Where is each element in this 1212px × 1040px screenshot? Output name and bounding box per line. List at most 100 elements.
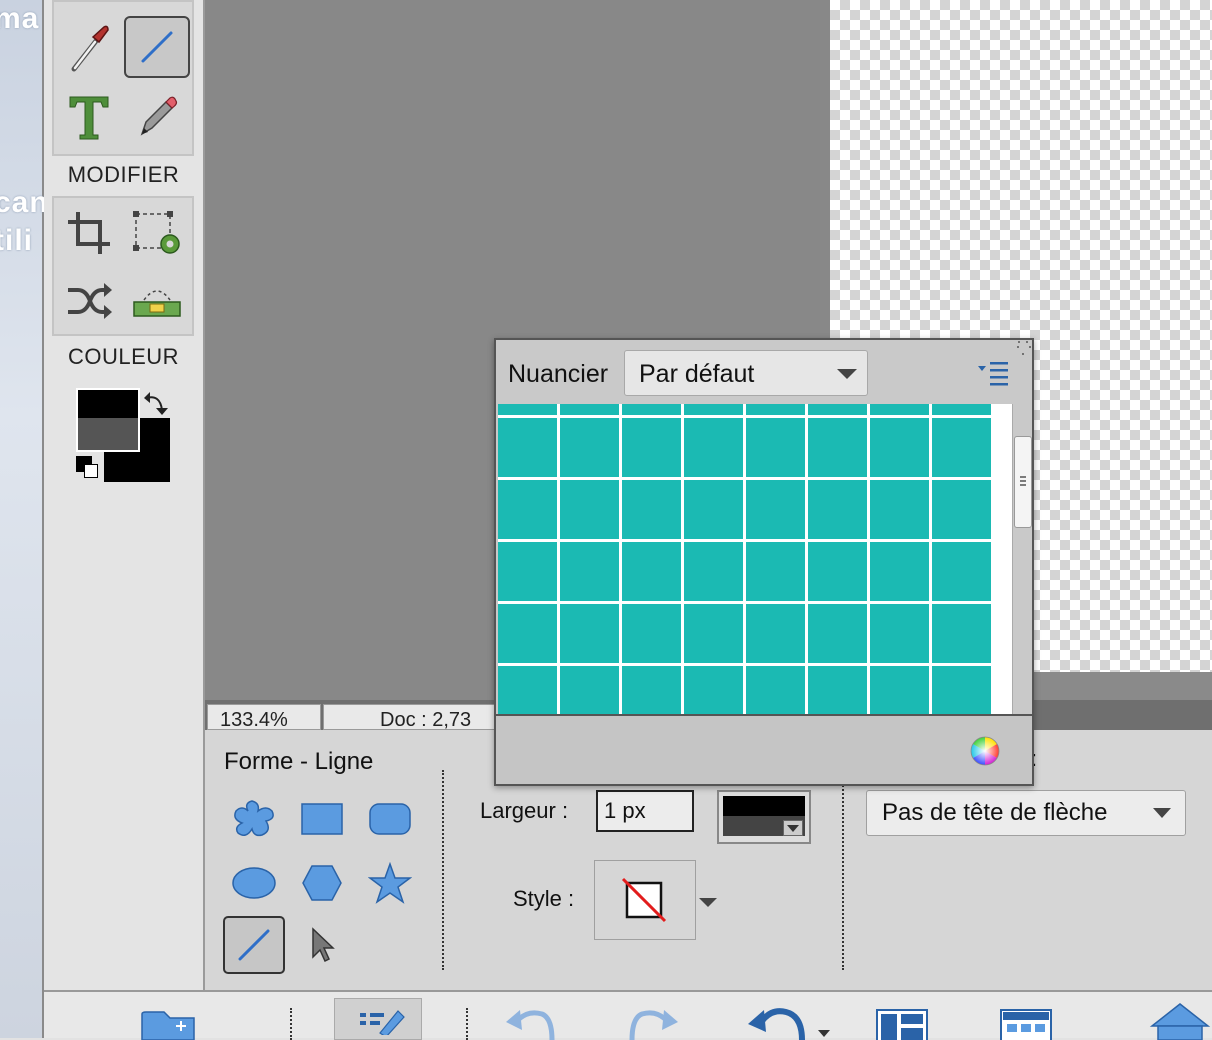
panel-resize-grip-icon[interactable] (1016, 340, 1034, 358)
color-swatch[interactable] (867, 415, 932, 480)
crop-tool[interactable] (56, 202, 122, 264)
color-swatch[interactable] (619, 539, 684, 604)
color-swatch[interactable] (681, 415, 746, 480)
color-swatch[interactable] (557, 601, 622, 666)
color-swatch[interactable] (805, 404, 870, 418)
color-swatch[interactable] (498, 663, 560, 714)
line-shape-button[interactable] (223, 916, 285, 974)
redo-icon (629, 1010, 678, 1040)
undo-button[interactable] (500, 1000, 560, 1040)
color-swatch[interactable] (743, 539, 808, 604)
text-icon (69, 96, 109, 140)
organizer-icon (1000, 1009, 1052, 1040)
polygon-shape-button[interactable] (291, 854, 353, 912)
color-swatch[interactable] (557, 663, 622, 714)
color-section-title: COULEUR (67, 344, 180, 369)
swatch-preset-select[interactable]: Par défaut (624, 350, 868, 396)
color-swatch[interactable] (867, 477, 932, 542)
color-swatch[interactable] (681, 539, 746, 604)
color-swatch[interactable] (619, 477, 684, 542)
folder-icon (141, 1011, 195, 1040)
style-label: Style : (513, 886, 575, 911)
color-swatch[interactable] (557, 539, 622, 604)
modify-tools-group (52, 196, 194, 336)
color-swatch[interactable] (867, 404, 932, 418)
straighten-tool[interactable] (124, 270, 190, 332)
options-separator (842, 770, 844, 970)
color-swatch[interactable] (805, 539, 870, 604)
pencil-tool[interactable] (124, 86, 190, 148)
color-swatch[interactable] (805, 663, 870, 714)
color-swatch[interactable] (743, 663, 808, 714)
style-dropdown-chevron-icon[interactable] (697, 894, 719, 910)
home-screen-button[interactable] (1148, 1000, 1212, 1040)
content-aware-move-tool[interactable] (56, 270, 122, 332)
color-swatch[interactable] (681, 663, 746, 714)
color-swatch[interactable] (681, 477, 746, 542)
rectangle-shape-button[interactable] (291, 790, 353, 848)
color-swatch[interactable] (805, 477, 870, 542)
color-swatch[interactable] (498, 539, 560, 604)
color-swatch[interactable] (557, 415, 622, 480)
swatch-scrollbar-thumb[interactable] (1014, 436, 1032, 528)
color-swatch[interactable] (498, 404, 560, 418)
line-tool[interactable] (124, 16, 190, 78)
color-swatch[interactable] (681, 404, 746, 418)
layout-button[interactable] (872, 1000, 930, 1040)
foreground-color-swatch[interactable] (76, 388, 140, 452)
style-picker[interactable] (594, 860, 696, 940)
color-swatch[interactable] (498, 477, 560, 542)
color-swatch[interactable] (619, 663, 684, 714)
text-tool[interactable] (56, 86, 122, 148)
chevron-down-icon (837, 369, 857, 379)
color-swatch[interactable] (743, 415, 808, 480)
color-swatch[interactable] (498, 415, 560, 480)
star-shape-button[interactable] (359, 854, 421, 912)
color-swatch[interactable] (619, 404, 684, 418)
color-swatch[interactable] (743, 404, 808, 418)
rotate-button[interactable] (744, 1000, 840, 1040)
color-swatch[interactable] (557, 404, 622, 418)
desktop-text-fragment: ma (0, 2, 40, 35)
color-swatch[interactable] (557, 477, 622, 542)
color-swatch[interactable] (498, 601, 560, 666)
color-swatch[interactable] (681, 601, 746, 666)
color-swatch[interactable] (929, 404, 992, 418)
color-swatch[interactable] (929, 415, 992, 480)
color-swatch[interactable] (743, 477, 808, 542)
zoom-level[interactable]: 133.4% (207, 704, 321, 730)
color-swatch[interactable] (867, 601, 932, 666)
color-swatch[interactable] (929, 477, 992, 542)
eyedropper-tool[interactable] (56, 16, 122, 78)
recompose-tool[interactable] (124, 202, 190, 264)
arrowhead-select[interactable]: Pas de tête de flèche (866, 790, 1186, 836)
color-wheel-icon[interactable] (970, 736, 1000, 766)
ellipse-shape-button[interactable] (223, 854, 285, 912)
color-swatch[interactable] (805, 601, 870, 666)
line-color-picker[interactable] (717, 790, 811, 844)
color-swatch[interactable] (867, 539, 932, 604)
color-swatch[interactable] (929, 663, 992, 714)
color-swatch[interactable] (929, 539, 992, 604)
rounded-rectangle-button[interactable] (359, 790, 421, 848)
custom-shape-button[interactable] (223, 790, 285, 848)
tool-options-button[interactable] (334, 998, 422, 1040)
default-colors-icon[interactable] (76, 456, 98, 478)
swatches-panel-title: Nuancier (508, 360, 609, 388)
width-input[interactable]: 1 px (596, 790, 694, 832)
color-swatch[interactable] (743, 601, 808, 666)
swap-colors-icon[interactable] (142, 388, 172, 418)
panel-menu-icon[interactable] (976, 358, 1012, 386)
desktop-text-fragment: can (0, 186, 49, 219)
color-swatch[interactable] (867, 663, 932, 714)
color-swatch[interactable] (929, 601, 992, 666)
photo-bin-button[interactable] (140, 1000, 196, 1040)
color-swatch[interactable] (619, 601, 684, 666)
redo-button[interactable] (624, 1000, 684, 1040)
color-swatch[interactable] (805, 415, 870, 480)
pencil-icon (140, 96, 178, 136)
shape-selection-button[interactable] (291, 916, 353, 974)
color-swatch[interactable] (619, 415, 684, 480)
taskbar-separator (466, 1008, 468, 1040)
organizer-button[interactable] (996, 1000, 1054, 1040)
